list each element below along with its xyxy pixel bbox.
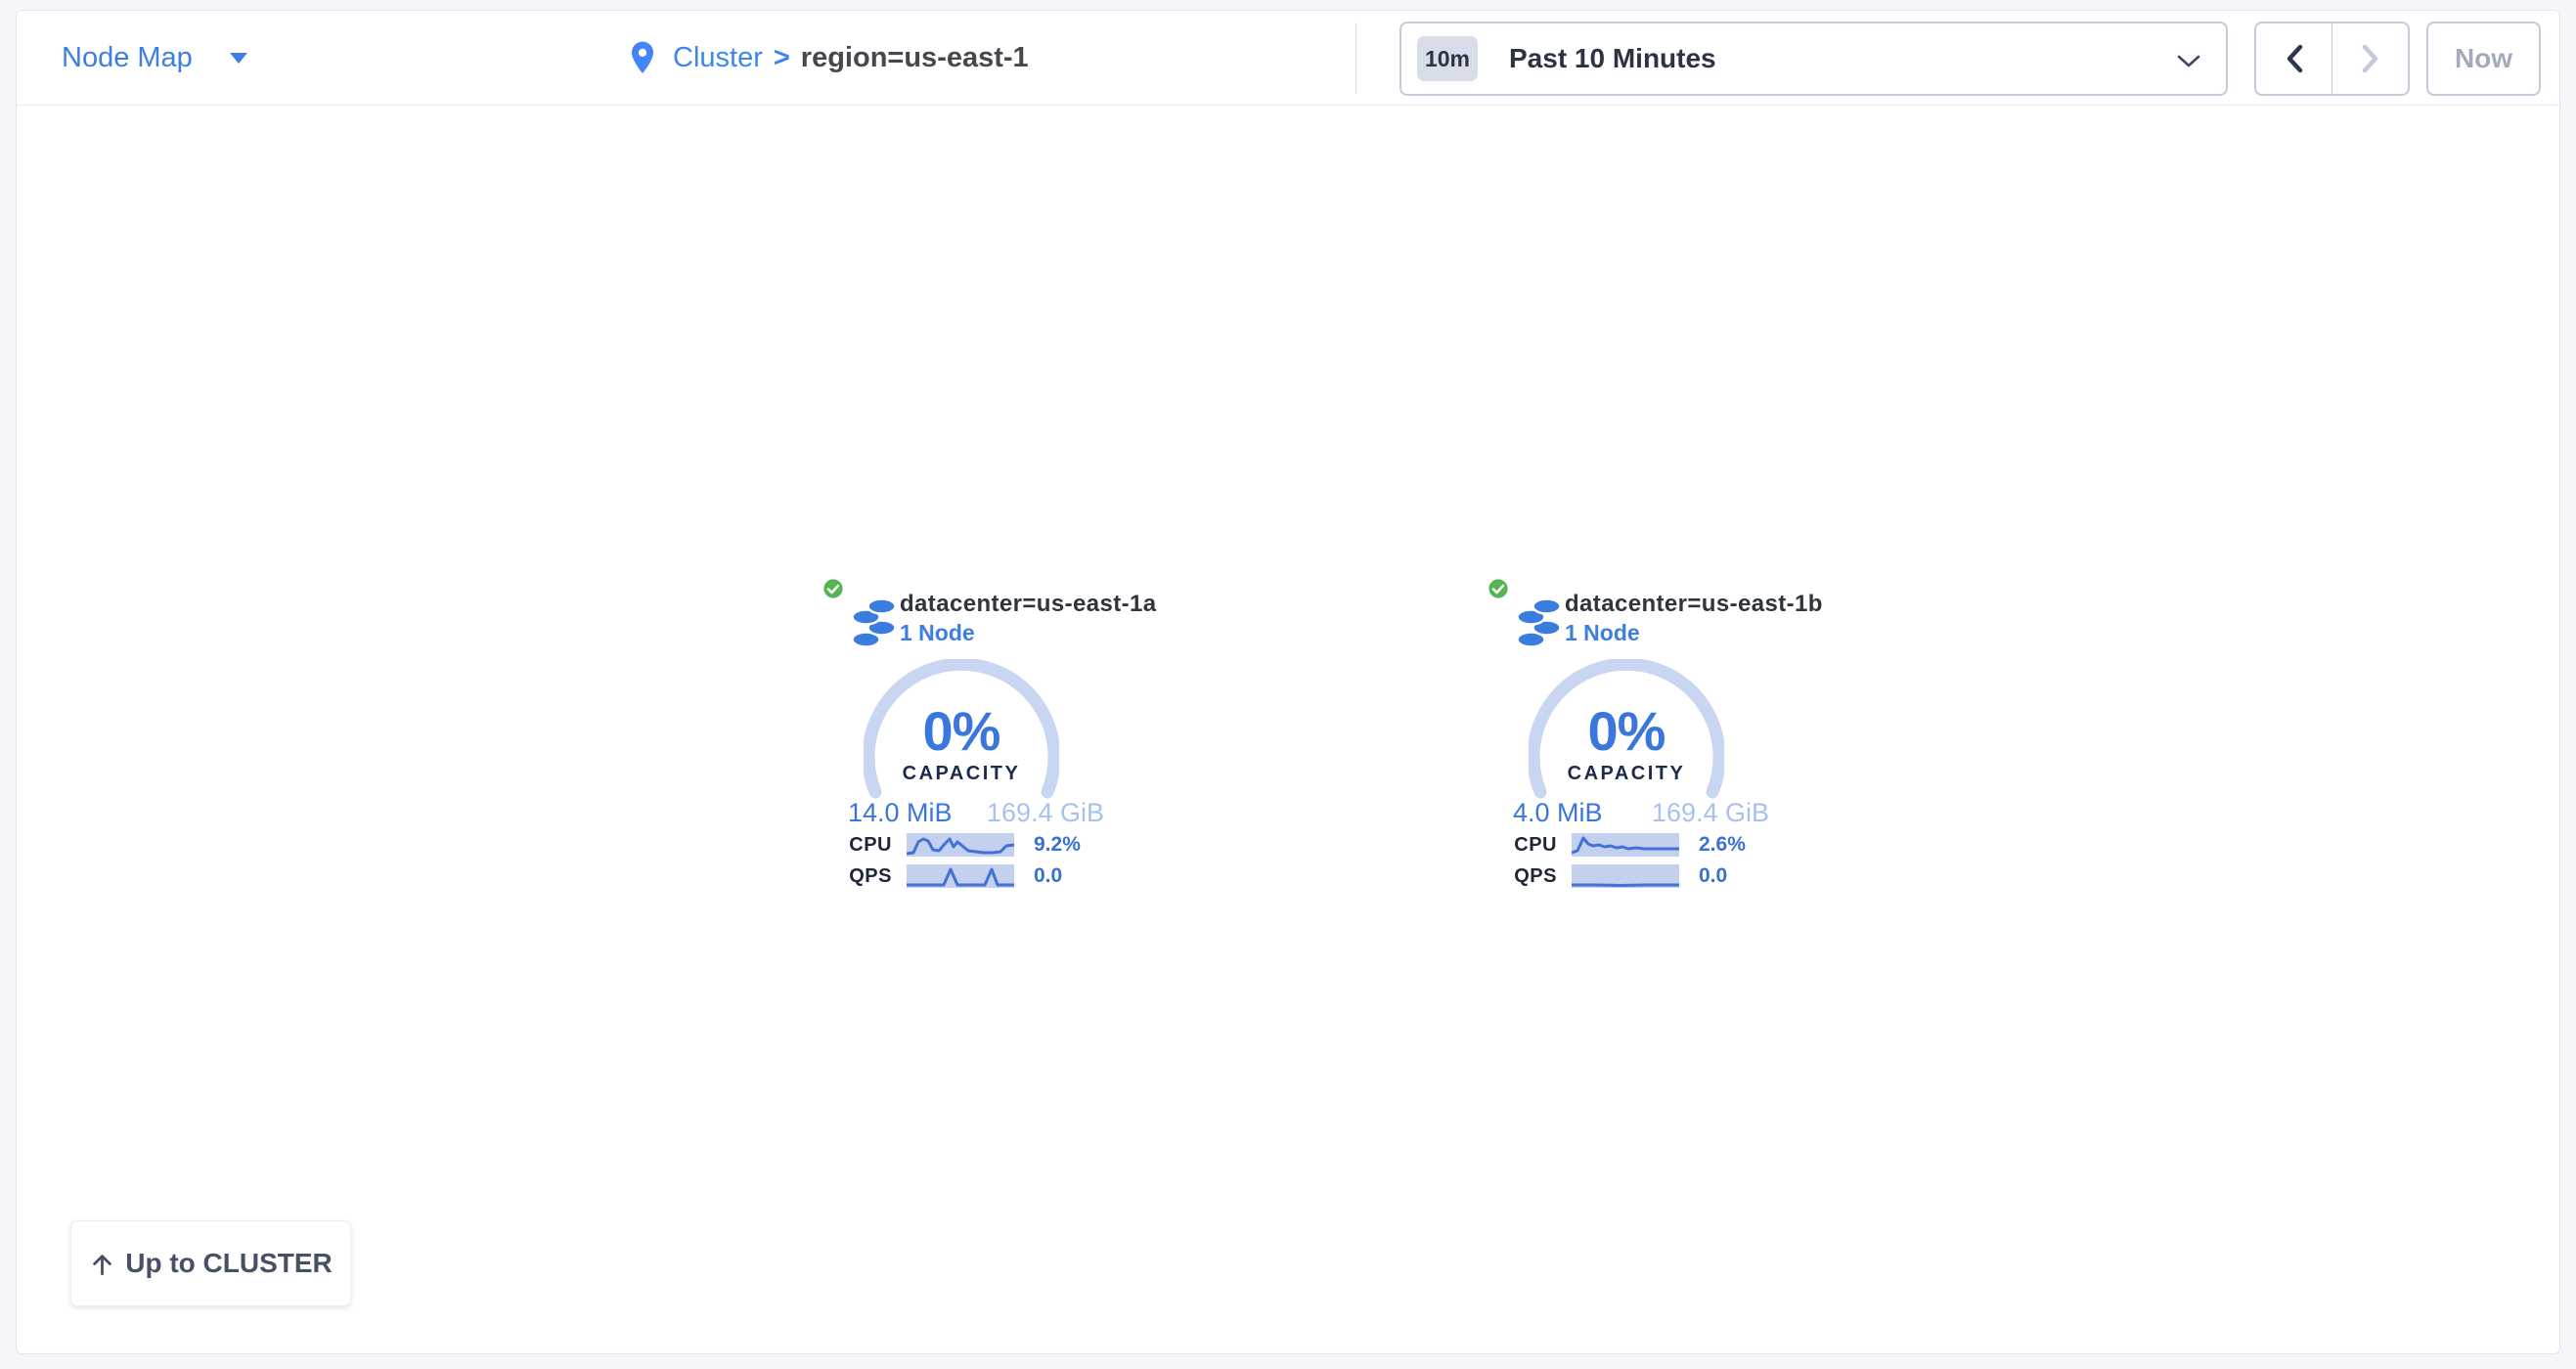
capacity-caption: CAPACITY	[864, 763, 1059, 785]
view-selector-dropdown[interactable]: Node Map	[62, 11, 247, 105]
chevron-right-icon	[2360, 43, 2381, 74]
up-to-cluster-button[interactable]: Up to CLUSTER	[70, 1220, 351, 1306]
capacity-total-value: 169.4 GiB	[987, 798, 1104, 828]
capacity-used-value: 14.0 MiB	[848, 798, 953, 828]
datacenter-card-us-east-1a[interactable]: datacenter=us-east-1a 1 Node 0% CAPACITY…	[819, 573, 1151, 898]
qps-label: QPS	[1484, 865, 1557, 888]
time-range-label: Past 10 Minutes	[1509, 43, 1716, 74]
chevron-left-icon	[2284, 43, 2305, 74]
capacity-percentage: 0%	[1529, 700, 1724, 761]
node-map-canvas: datacenter=us-east-1a 1 Node 0% CAPACITY…	[17, 106, 2559, 1353]
capacity-percentage: 0%	[864, 700, 1059, 761]
arrow-up-icon	[89, 1251, 115, 1277]
chevron-down-icon	[2177, 54, 2200, 68]
now-button[interactable]: Now	[2426, 22, 2541, 96]
cpu-metric-row: CPU 2.6%	[1484, 832, 1679, 858]
qps-metric-row: QPS 0.0	[819, 863, 1014, 889]
up-to-cluster-label: Up to CLUSTER	[125, 1248, 333, 1279]
database-stack-icon	[1517, 597, 1563, 650]
capacity-range: 4.0 MiB 169.4 GiB	[1513, 798, 1769, 828]
breadcrumb-separator: >	[774, 42, 790, 74]
cpu-sparkline-chart	[1572, 833, 1679, 857]
time-range-badge: 10m	[1417, 36, 1478, 81]
time-next-button[interactable]	[2332, 23, 2408, 94]
capacity-used-value: 4.0 MiB	[1513, 798, 1603, 828]
node-map-surface: Node Map Cluster > region=us-east-1 10m …	[16, 10, 2560, 1354]
cpu-label: CPU	[819, 834, 892, 857]
cpu-metric-row: CPU 9.2%	[819, 832, 1014, 858]
header-divider	[1355, 22, 1356, 94]
cpu-value: 9.2%	[1034, 833, 1081, 857]
capacity-total-value: 169.4 GiB	[1652, 798, 1769, 828]
status-healthy-check-icon	[1487, 577, 1510, 600]
caret-down-icon	[230, 53, 247, 64]
time-prev-button[interactable]	[2256, 23, 2332, 94]
datacenter-card-us-east-1b[interactable]: datacenter=us-east-1b 1 Node 0% CAPACITY…	[1484, 573, 1816, 898]
qps-metric-row: QPS 0.0	[1484, 863, 1679, 889]
location-pin-icon	[628, 40, 657, 76]
status-healthy-check-icon	[822, 577, 845, 600]
qps-value: 0.0	[1699, 864, 1727, 888]
time-range-dropdown[interactable]: 10m Past 10 Minutes	[1399, 22, 2228, 96]
datacenter-node-count: 1 Node	[900, 620, 975, 646]
qps-sparkline-chart	[1572, 864, 1679, 888]
qps-sparkline-chart	[907, 864, 1014, 888]
datacenter-name: datacenter=us-east-1b	[1565, 591, 1823, 618]
cpu-label: CPU	[1484, 834, 1557, 857]
datacenter-node-count: 1 Node	[1565, 620, 1640, 646]
breadcrumb: Cluster > region=us-east-1	[628, 11, 1029, 105]
breadcrumb-current-locality: region=us-east-1	[801, 42, 1029, 74]
cpu-sparkline-chart	[907, 833, 1014, 857]
qps-value: 0.0	[1034, 864, 1062, 888]
capacity-caption: CAPACITY	[1529, 763, 1724, 785]
capacity-range: 14.0 MiB 169.4 GiB	[848, 798, 1104, 828]
datacenter-name: datacenter=us-east-1a	[900, 591, 1157, 618]
qps-label: QPS	[819, 865, 892, 888]
header-bar: Node Map Cluster > region=us-east-1 10m …	[17, 11, 2559, 106]
cpu-value: 2.6%	[1699, 833, 1746, 857]
breadcrumb-cluster-link[interactable]: Cluster	[673, 42, 763, 74]
database-stack-icon	[852, 597, 898, 650]
view-selector-label: Node Map	[62, 42, 193, 74]
time-pager	[2254, 22, 2410, 96]
